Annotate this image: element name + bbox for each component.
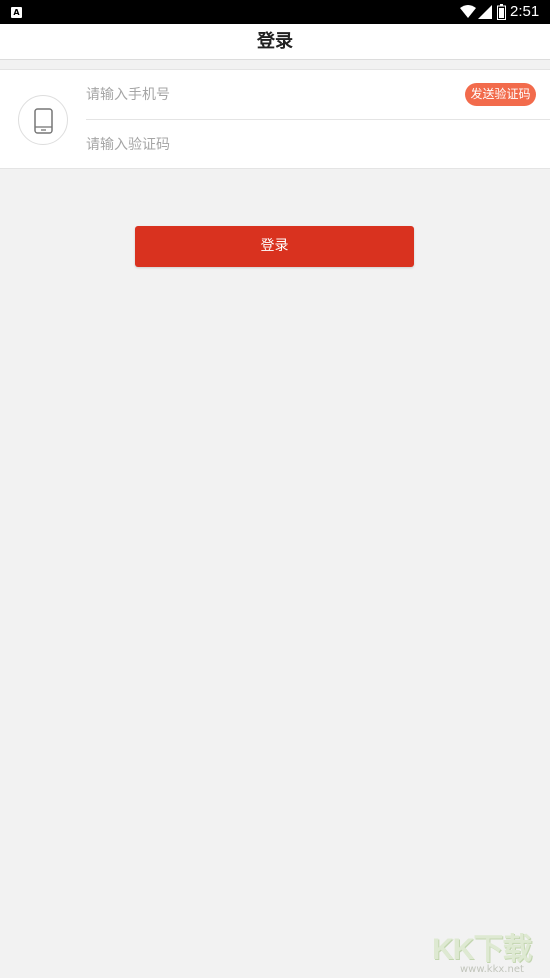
- smartphone-icon: [34, 108, 53, 134]
- notification-a-icon: A: [11, 7, 22, 18]
- page-title: 登录: [257, 31, 293, 52]
- title-bar: 登录: [0, 24, 550, 60]
- code-field: [86, 120, 550, 170]
- phone-input[interactable]: [86, 70, 446, 120]
- battery-icon: [497, 4, 506, 20]
- login-button[interactable]: 登录: [135, 226, 414, 267]
- status-bar: A 2:51: [0, 0, 550, 24]
- wifi-icon: [460, 5, 476, 18]
- verification-code-input[interactable]: [86, 120, 446, 170]
- watermark-url: www.kkx.net: [460, 964, 524, 975]
- login-form: [0, 69, 550, 170]
- watermark: KK下载 www.kkx.net: [430, 924, 546, 976]
- signal-icon: [478, 5, 492, 19]
- watermark-logo: KK下载: [432, 933, 532, 966]
- send-code-button[interactable]: 发送验证码: [465, 83, 536, 106]
- phone-avatar: [18, 95, 68, 145]
- clock: 2:51: [510, 3, 540, 20]
